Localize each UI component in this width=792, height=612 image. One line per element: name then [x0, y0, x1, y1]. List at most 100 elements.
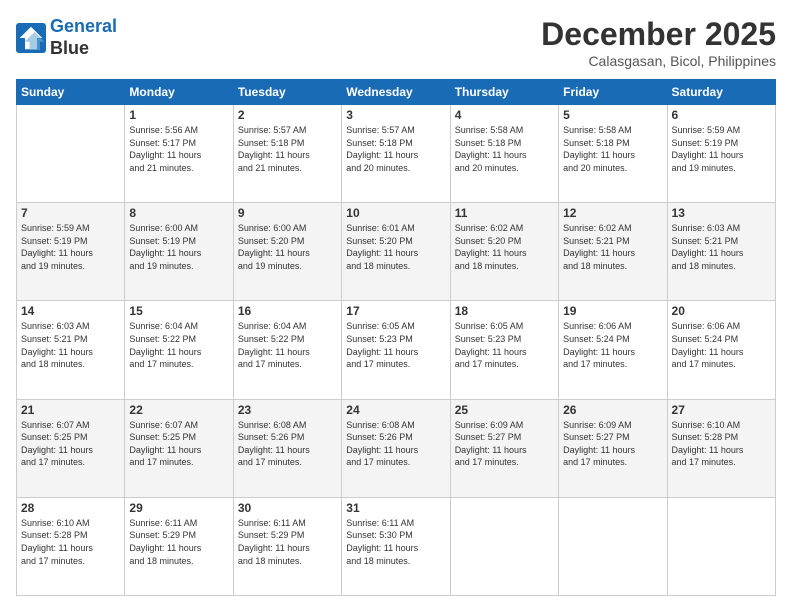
day-info: Sunrise: 5:56 AM Sunset: 5:17 PM Dayligh…: [129, 124, 228, 174]
day-cell: 26Sunrise: 6:09 AM Sunset: 5:27 PM Dayli…: [559, 399, 667, 497]
day-info: Sunrise: 5:59 AM Sunset: 5:19 PM Dayligh…: [672, 124, 771, 174]
logo-text: General Blue: [50, 16, 117, 59]
page: General Blue December 2025 Calasgasan, B…: [0, 0, 792, 612]
day-info: Sunrise: 6:11 AM Sunset: 5:29 PM Dayligh…: [238, 517, 337, 567]
calendar-table: SundayMondayTuesdayWednesdayThursdayFrid…: [16, 79, 776, 596]
day-info: Sunrise: 6:11 AM Sunset: 5:29 PM Dayligh…: [129, 517, 228, 567]
day-number: 10: [346, 206, 445, 220]
day-number: 5: [563, 108, 662, 122]
day-cell: [450, 497, 558, 595]
day-info: Sunrise: 6:03 AM Sunset: 5:21 PM Dayligh…: [21, 320, 120, 370]
day-cell: [559, 497, 667, 595]
day-cell: 24Sunrise: 6:08 AM Sunset: 5:26 PM Dayli…: [342, 399, 450, 497]
day-number: 4: [455, 108, 554, 122]
day-info: Sunrise: 6:02 AM Sunset: 5:20 PM Dayligh…: [455, 222, 554, 272]
day-info: Sunrise: 6:01 AM Sunset: 5:20 PM Dayligh…: [346, 222, 445, 272]
day-number: 2: [238, 108, 337, 122]
day-number: 30: [238, 501, 337, 515]
col-header-tuesday: Tuesday: [233, 80, 341, 105]
day-number: 7: [21, 206, 120, 220]
day-info: Sunrise: 5:57 AM Sunset: 5:18 PM Dayligh…: [346, 124, 445, 174]
day-cell: 16Sunrise: 6:04 AM Sunset: 5:22 PM Dayli…: [233, 301, 341, 399]
day-info: Sunrise: 6:05 AM Sunset: 5:23 PM Dayligh…: [346, 320, 445, 370]
day-cell: 1 Sunrise: 5:56 AM Sunset: 5:17 PM Daylig…: [125, 105, 233, 203]
day-cell: 12Sunrise: 6:02 AM Sunset: 5:21 PM Dayli…: [559, 203, 667, 301]
day-number: 28: [21, 501, 120, 515]
day-number: 11: [455, 206, 554, 220]
day-info: Sunrise: 6:10 AM Sunset: 5:28 PM Dayligh…: [672, 419, 771, 469]
day-number: 8: [129, 206, 228, 220]
day-info: Sunrise: 6:07 AM Sunset: 5:25 PM Dayligh…: [21, 419, 120, 469]
day-number: 15: [129, 304, 228, 318]
day-info: Sunrise: 5:59 AM Sunset: 5:19 PM Dayligh…: [21, 222, 120, 272]
day-number: 29: [129, 501, 228, 515]
day-cell: 3 Sunrise: 5:57 AM Sunset: 5:18 PM Daylig…: [342, 105, 450, 203]
day-info: Sunrise: 6:02 AM Sunset: 5:21 PM Dayligh…: [563, 222, 662, 272]
day-info: Sunrise: 6:11 AM Sunset: 5:30 PM Dayligh…: [346, 517, 445, 567]
logo-line2: Blue: [50, 38, 117, 60]
day-number: 21: [21, 403, 120, 417]
day-cell: 13 Sunrise: 6:03 AM Sunset: 5:21 PM Dayli…: [667, 203, 775, 301]
col-header-wednesday: Wednesday: [342, 80, 450, 105]
day-cell: 28 Sunrise: 6:10 AM Sunset: 5:28 PM Dayli…: [17, 497, 125, 595]
day-info: Sunrise: 6:04 AM Sunset: 5:22 PM Dayligh…: [129, 320, 228, 370]
day-cell: 17 Sunrise: 6:05 AM Sunset: 5:23 PM Dayli…: [342, 301, 450, 399]
day-info: Sunrise: 6:10 AM Sunset: 5:28 PM Dayligh…: [21, 517, 120, 567]
day-cell: 4 Sunrise: 5:58 AM Sunset: 5:18 PM Daylig…: [450, 105, 558, 203]
day-cell: 2 Sunrise: 5:57 AM Sunset: 5:18 PM Daylig…: [233, 105, 341, 203]
day-number: 3: [346, 108, 445, 122]
week-row-1: 1 Sunrise: 5:56 AM Sunset: 5:17 PM Daylig…: [17, 105, 776, 203]
day-cell: 8 Sunrise: 6:00 AM Sunset: 5:19 PM Daylig…: [125, 203, 233, 301]
header: General Blue December 2025 Calasgasan, B…: [16, 16, 776, 69]
day-cell: 30 Sunrise: 6:11 AM Sunset: 5:29 PM Dayli…: [233, 497, 341, 595]
day-cell: 25Sunrise: 6:09 AM Sunset: 5:27 PM Dayli…: [450, 399, 558, 497]
day-number: 31: [346, 501, 445, 515]
day-number: 17: [346, 304, 445, 318]
day-number: 18: [455, 304, 554, 318]
day-cell: 10 Sunrise: 6:01 AM Sunset: 5:20 PM Dayli…: [342, 203, 450, 301]
week-row-3: 14 Sunrise: 6:03 AM Sunset: 5:21 PM Dayli…: [17, 301, 776, 399]
day-number: 27: [672, 403, 771, 417]
logo: General Blue: [16, 16, 117, 59]
week-row-2: 7 Sunrise: 5:59 AM Sunset: 5:19 PM Daylig…: [17, 203, 776, 301]
logo-line1: General: [50, 16, 117, 36]
day-cell: 11 Sunrise: 6:02 AM Sunset: 5:20 PM Dayli…: [450, 203, 558, 301]
day-cell: 23 Sunrise: 6:08 AM Sunset: 5:26 PM Dayli…: [233, 399, 341, 497]
title-block: December 2025 Calasgasan, Bicol, Philipp…: [541, 16, 776, 69]
day-cell: 18Sunrise: 6:05 AM Sunset: 5:23 PM Dayli…: [450, 301, 558, 399]
day-info: Sunrise: 6:06 AM Sunset: 5:24 PM Dayligh…: [672, 320, 771, 370]
day-cell: 6 Sunrise: 5:59 AM Sunset: 5:19 PM Daylig…: [667, 105, 775, 203]
day-number: 6: [672, 108, 771, 122]
day-number: 14: [21, 304, 120, 318]
day-cell: 14 Sunrise: 6:03 AM Sunset: 5:21 PM Dayli…: [17, 301, 125, 399]
day-info: Sunrise: 5:58 AM Sunset: 5:18 PM Dayligh…: [455, 124, 554, 174]
col-header-sunday: Sunday: [17, 80, 125, 105]
day-info: Sunrise: 5:57 AM Sunset: 5:18 PM Dayligh…: [238, 124, 337, 174]
day-cell: 15 Sunrise: 6:04 AM Sunset: 5:22 PM Dayli…: [125, 301, 233, 399]
day-info: Sunrise: 6:04 AM Sunset: 5:22 PM Dayligh…: [238, 320, 337, 370]
day-number: 19: [563, 304, 662, 318]
day-info: Sunrise: 6:00 AM Sunset: 5:20 PM Dayligh…: [238, 222, 337, 272]
day-number: 23: [238, 403, 337, 417]
day-number: 25: [455, 403, 554, 417]
day-number: 13: [672, 206, 771, 220]
day-cell: 20 Sunrise: 6:06 AM Sunset: 5:24 PM Dayli…: [667, 301, 775, 399]
day-info: Sunrise: 6:07 AM Sunset: 5:25 PM Dayligh…: [129, 419, 228, 469]
day-number: 1: [129, 108, 228, 122]
day-number: 9: [238, 206, 337, 220]
day-info: Sunrise: 6:00 AM Sunset: 5:19 PM Dayligh…: [129, 222, 228, 272]
day-cell: 9 Sunrise: 6:00 AM Sunset: 5:20 PM Daylig…: [233, 203, 341, 301]
week-row-5: 28 Sunrise: 6:10 AM Sunset: 5:28 PM Dayli…: [17, 497, 776, 595]
day-number: 20: [672, 304, 771, 318]
calendar-header-row: SundayMondayTuesdayWednesdayThursdayFrid…: [17, 80, 776, 105]
day-cell: 19 Sunrise: 6:06 AM Sunset: 5:24 PM Dayli…: [559, 301, 667, 399]
col-header-saturday: Saturday: [667, 80, 775, 105]
day-info: Sunrise: 6:03 AM Sunset: 5:21 PM Dayligh…: [672, 222, 771, 272]
day-info: Sunrise: 6:06 AM Sunset: 5:24 PM Dayligh…: [563, 320, 662, 370]
day-number: 22: [129, 403, 228, 417]
month-year: December 2025: [541, 16, 776, 53]
col-header-friday: Friday: [559, 80, 667, 105]
col-header-monday: Monday: [125, 80, 233, 105]
week-row-4: 21 Sunrise: 6:07 AM Sunset: 5:25 PM Dayli…: [17, 399, 776, 497]
day-info: Sunrise: 6:08 AM Sunset: 5:26 PM Dayligh…: [238, 419, 337, 469]
